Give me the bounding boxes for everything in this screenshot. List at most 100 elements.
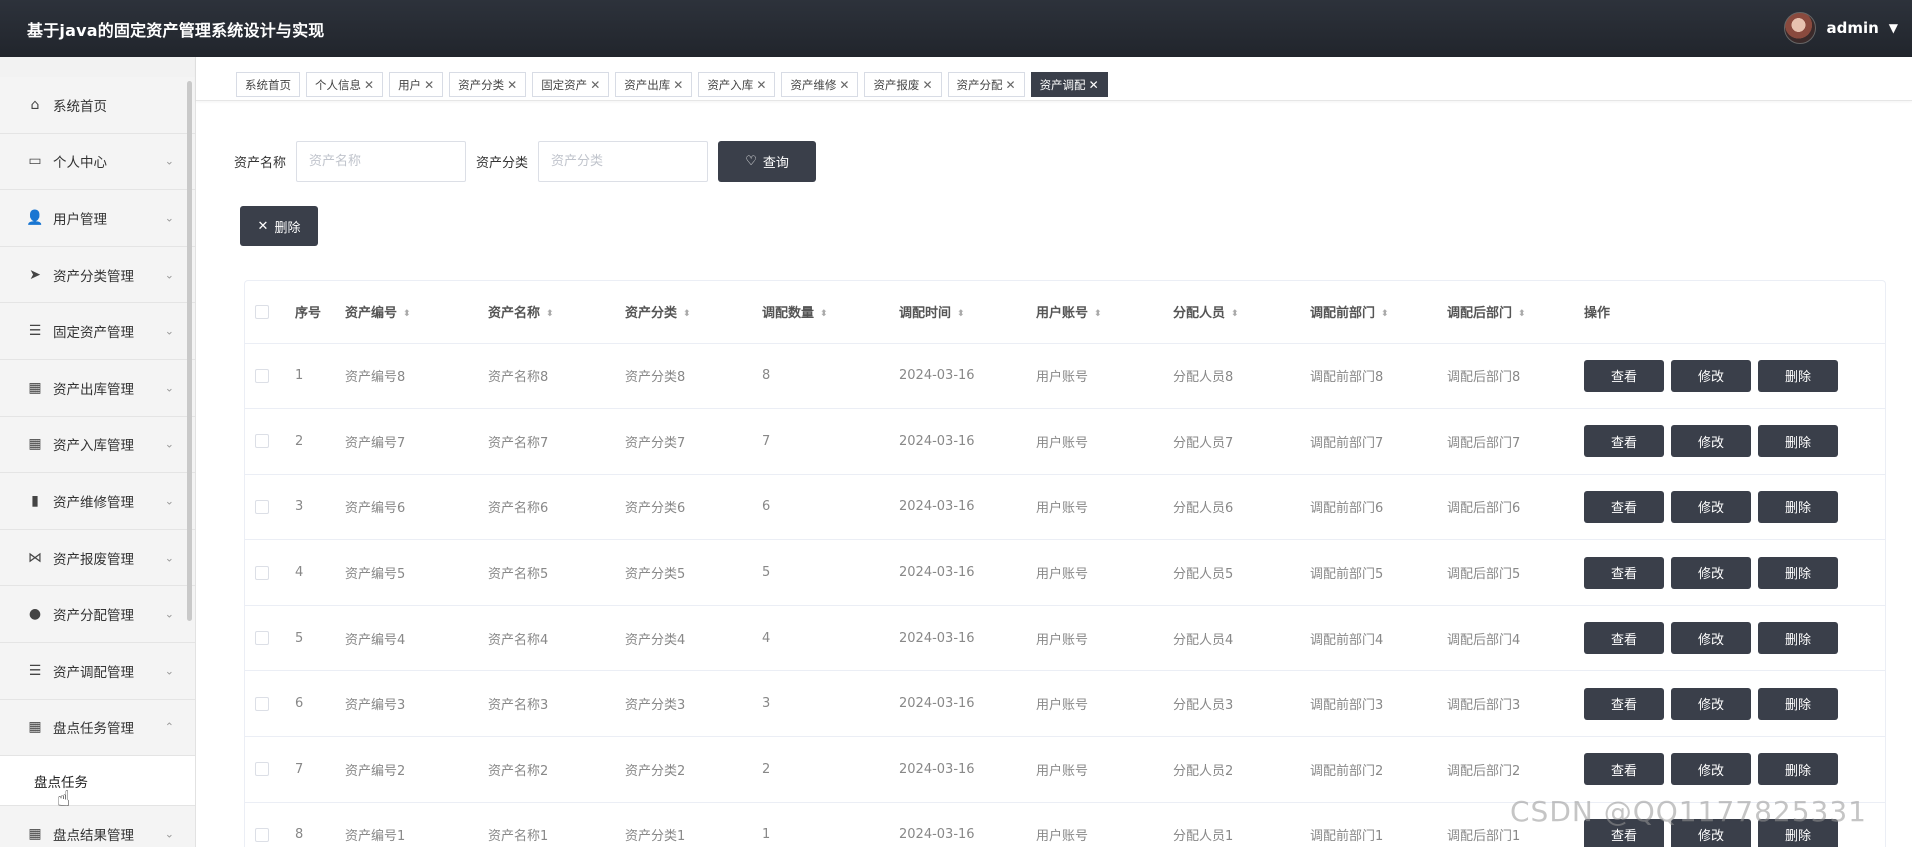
row-checkbox[interactable] bbox=[255, 827, 269, 842]
sort-icon[interactable]: ⬍ bbox=[403, 309, 411, 319]
submenu-item-inventory-task[interactable]: 盘点任务 bbox=[0, 756, 195, 807]
sidebar-item[interactable]: ▦ 资产入库管理 ⌄ bbox=[0, 416, 195, 474]
row-checkbox[interactable] bbox=[255, 434, 269, 449]
edit-button[interactable]: 修改 bbox=[1671, 490, 1751, 523]
edit-button[interactable]: 修改 bbox=[1671, 753, 1751, 786]
sidebar-scrollbar[interactable] bbox=[187, 81, 192, 621]
view-button[interactable]: 查看 bbox=[1584, 556, 1664, 589]
row-checkbox[interactable] bbox=[255, 368, 269, 383]
edit-button[interactable]: 修改 bbox=[1671, 622, 1751, 655]
sidebar-item[interactable]: ▦ 盘点任务管理 ⌃ bbox=[0, 699, 195, 757]
sidebar-item[interactable]: ☰ 固定资产管理 ⌄ bbox=[0, 303, 195, 360]
delete-button[interactable]: 删除 bbox=[1758, 425, 1838, 458]
column-header[interactable]: 用户账号 ⬍ bbox=[1036, 281, 1173, 344]
delete-button[interactable]: 删除 bbox=[1758, 359, 1838, 392]
tab[interactable]: 系统首页 bbox=[236, 72, 300, 97]
close-icon[interactable]: ✕ bbox=[756, 78, 766, 92]
column-header[interactable]: 资产名称 ⬍ bbox=[488, 281, 625, 344]
sort-icon[interactable]: ⬍ bbox=[957, 309, 965, 319]
close-icon[interactable]: ✕ bbox=[1006, 78, 1016, 92]
sort-icon[interactable]: ⬍ bbox=[1381, 309, 1389, 319]
tab-label: 资产出库 bbox=[624, 77, 671, 92]
close-icon[interactable]: ✕ bbox=[922, 78, 932, 92]
bulk-delete-button[interactable]: ✕ 删除 bbox=[240, 206, 318, 246]
close-icon[interactable]: ✕ bbox=[590, 78, 600, 92]
column-header-label: 序号 bbox=[295, 306, 322, 322]
edit-button[interactable]: 修改 bbox=[1671, 425, 1751, 458]
sidebar-item[interactable]: ● 资产分配管理 ⌄ bbox=[0, 586, 195, 643]
sort-icon[interactable]: ⬍ bbox=[1518, 309, 1526, 319]
sidebar-item[interactable]: ▭ 个人中心 ⌄ bbox=[0, 133, 195, 191]
column-header[interactable]: 资产编号 ⬍ bbox=[345, 281, 488, 344]
username[interactable]: admin bbox=[1826, 19, 1878, 37]
sidebar-item[interactable]: ▮ 资产维修管理 ⌄ bbox=[0, 473, 195, 530]
sidebar-item[interactable]: ⋈ 资产报废管理 ⌄ bbox=[0, 529, 195, 587]
tab[interactable]: 资产入库 ✕ bbox=[698, 72, 776, 97]
close-icon[interactable]: ✕ bbox=[1089, 78, 1099, 92]
delete-button[interactable]: 删除 bbox=[1758, 687, 1838, 720]
cell-code: 资产编号1 bbox=[345, 829, 406, 845]
column-header[interactable]: 分配人员 ⬍ bbox=[1173, 281, 1310, 344]
sort-icon[interactable]: ⬍ bbox=[683, 309, 691, 319]
view-button[interactable]: 查看 bbox=[1584, 490, 1664, 523]
user-menu[interactable]: admin ▼ bbox=[1784, 12, 1898, 44]
view-button[interactable]: 查看 bbox=[1584, 753, 1664, 786]
sidebar-item[interactable]: ▦ 资产出库管理 ⌄ bbox=[0, 359, 195, 417]
view-button[interactable]: 查看 bbox=[1584, 622, 1664, 655]
tab[interactable]: 资产分类 ✕ bbox=[449, 72, 527, 97]
avatar[interactable] bbox=[1784, 12, 1817, 44]
edit-button[interactable]: 修改 bbox=[1671, 359, 1751, 392]
sidebar-item[interactable]: ▦ 盘点结果管理 ⌄ bbox=[0, 806, 195, 847]
sort-icon[interactable]: ⬍ bbox=[1231, 309, 1239, 319]
delete-button[interactable]: 删除 bbox=[1758, 622, 1838, 655]
column-header[interactable]: 调配前部门 ⬍ bbox=[1310, 281, 1447, 344]
column-header[interactable]: 调配数量 ⬍ bbox=[762, 281, 899, 344]
column-header: 序号 bbox=[295, 281, 345, 344]
tab[interactable]: 资产分配 ✕ bbox=[947, 72, 1025, 97]
cell-code: 资产编号3 bbox=[345, 698, 406, 714]
delete-button[interactable]: 删除 bbox=[1758, 556, 1838, 589]
tab[interactable]: 固定资产 ✕ bbox=[532, 72, 610, 97]
tab[interactable]: 个人信息 ✕ bbox=[306, 72, 384, 97]
row-checkbox[interactable] bbox=[255, 499, 269, 514]
close-icon[interactable]: ✕ bbox=[364, 78, 374, 92]
column-header-label: 调配时间 bbox=[899, 306, 952, 322]
edit-button[interactable]: 修改 bbox=[1671, 556, 1751, 589]
close-icon[interactable]: ✕ bbox=[507, 78, 517, 92]
sidebar-item[interactable]: 👤 用户管理 ⌄ bbox=[0, 190, 195, 247]
sidebar-item[interactable]: ☰ 资产调配管理 ⌄ bbox=[0, 642, 195, 700]
asset-name-input[interactable] bbox=[296, 141, 467, 182]
select-all-checkbox[interactable] bbox=[255, 304, 269, 319]
row-checkbox[interactable] bbox=[255, 762, 269, 777]
row-checkbox[interactable] bbox=[255, 565, 269, 580]
close-icon[interactable]: ✕ bbox=[673, 78, 683, 92]
sort-icon[interactable]: ⬍ bbox=[1094, 309, 1102, 319]
delete-button[interactable]: 删除 bbox=[1758, 490, 1838, 523]
row-checkbox[interactable] bbox=[255, 631, 269, 646]
delete-button[interactable]: 删除 bbox=[1758, 753, 1838, 786]
view-button[interactable]: 查看 bbox=[1584, 687, 1664, 720]
cell-code: 资产编号8 bbox=[345, 370, 406, 386]
query-button[interactable]: ♡ 查询 bbox=[718, 141, 817, 182]
row-checkbox[interactable] bbox=[255, 696, 269, 711]
sidebar-item[interactable]: ⌂ 系统首页 bbox=[0, 77, 195, 134]
caret-down-icon[interactable]: ▼ bbox=[1889, 21, 1898, 35]
tab[interactable]: 资产报废 ✕ bbox=[864, 72, 942, 97]
tab[interactable]: 资产维修 ✕ bbox=[781, 72, 859, 97]
tab[interactable]: 资产出库 ✕ bbox=[615, 72, 693, 97]
sidebar-item[interactable]: ➤ 资产分类管理 ⌄ bbox=[0, 246, 195, 304]
close-icon[interactable]: ✕ bbox=[424, 78, 434, 92]
view-button[interactable]: 查看 bbox=[1584, 359, 1664, 392]
close-icon[interactable]: ✕ bbox=[839, 78, 849, 92]
tab[interactable]: 用户 ✕ bbox=[389, 72, 444, 97]
column-header[interactable]: 调配后部门 ⬍ bbox=[1447, 281, 1584, 344]
edit-button[interactable]: 修改 bbox=[1671, 687, 1751, 720]
column-header[interactable]: 资产分类 ⬍ bbox=[625, 281, 762, 344]
chevron-down-icon: ⌄ bbox=[164, 211, 174, 225]
column-header[interactable]: 调配时间 ⬍ bbox=[899, 281, 1036, 344]
sort-icon[interactable]: ⬍ bbox=[546, 309, 554, 319]
tab[interactable]: 资产调配 ✕ bbox=[1030, 72, 1108, 97]
view-button[interactable]: 查看 bbox=[1584, 425, 1664, 458]
sort-icon[interactable]: ⬍ bbox=[820, 309, 828, 319]
asset-category-input[interactable] bbox=[538, 141, 709, 182]
